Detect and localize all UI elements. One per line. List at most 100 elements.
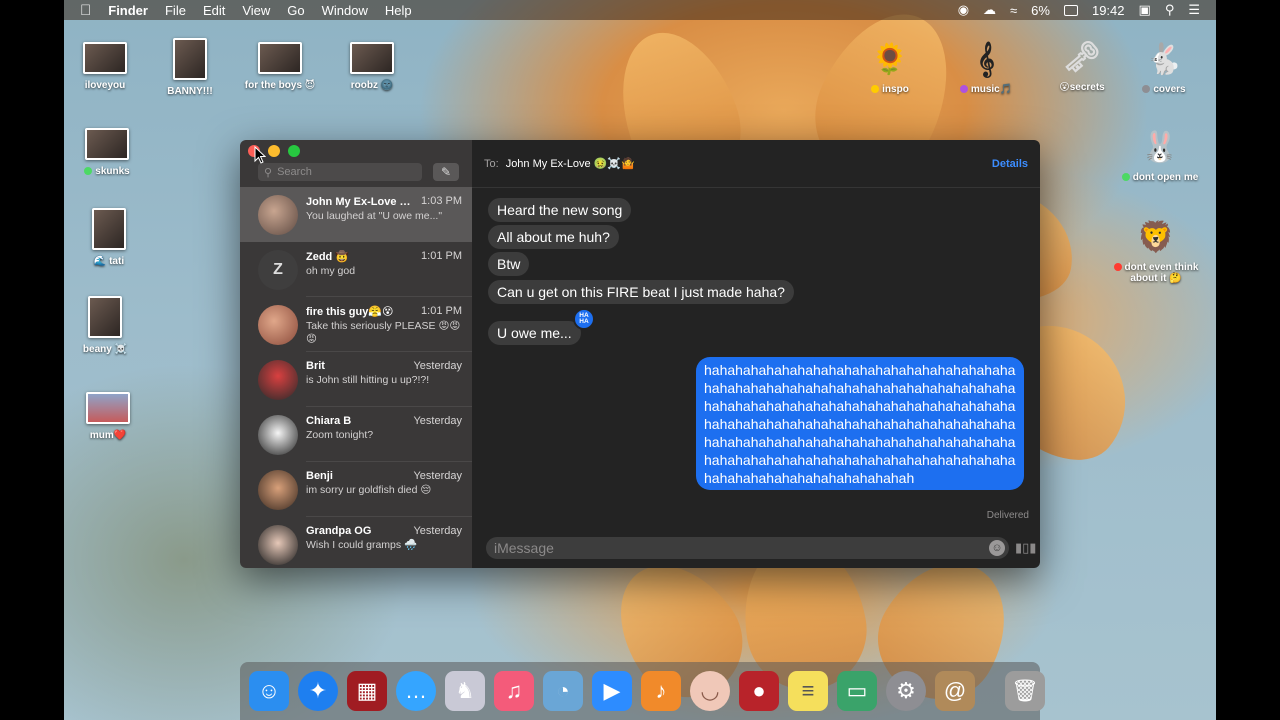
desktop-icon-tati[interactable]: 🌊 tati: [59, 208, 159, 267]
details-button[interactable]: Details: [992, 158, 1028, 170]
desktop-icon-for-the-boys[interactable]: for the boys 😈: [230, 42, 330, 91]
photo-thumbnail: [258, 42, 302, 74]
conversation-item[interactable]: Benji Yesterday im sorry ur goldfish died…: [240, 462, 472, 517]
contacts-icon[interactable]: @: [935, 671, 975, 711]
preview-icon[interactable]: ▭: [837, 671, 877, 711]
screen-record-icon[interactable]: ◉: [958, 2, 969, 18]
avatar: [258, 195, 298, 235]
guitar-icon[interactable]: ♪: [641, 671, 681, 711]
outgoing-message[interactable]: hahahahahahahahahahahahahahahahahahahaha…: [696, 357, 1024, 490]
desktop-icon-covers[interactable]: 🐇 covers: [1114, 40, 1214, 95]
desktop-icon-label: covers: [1114, 84, 1214, 95]
menu-edit[interactable]: Edit: [203, 3, 225, 18]
wifi-icon[interactable]: ≈: [1010, 3, 1017, 18]
desktop-icon-label: dont open me: [1110, 172, 1210, 183]
zoom-icon[interactable]: ▶: [592, 671, 632, 711]
messages-icon[interactable]: …: [396, 671, 436, 711]
conversation-list: John My Ex-Love 🤢... 1:03 PM You laughed …: [240, 187, 472, 568]
conversation-preview: Take this seriously PLEASE 😡😡😡: [306, 320, 461, 345]
bunny-icon: 🐇: [1145, 43, 1183, 76]
safari-icon[interactable]: ✦: [298, 671, 338, 711]
desktop-icon-dont-open-me[interactable]: 🐰 dont open me: [1110, 128, 1210, 183]
spotlight-search-icon[interactable]: ⚲: [1165, 2, 1175, 18]
search-placeholder: Search: [277, 166, 312, 178]
trash-icon[interactable]: 🗑: [1005, 671, 1045, 711]
conversation-item[interactable]: Z Zedd 🤠 1:01 PM oh my god: [240, 242, 472, 297]
clock[interactable]: 19:42: [1092, 3, 1125, 18]
display-icon[interactable]: ▣: [1139, 2, 1151, 18]
search-input[interactable]: ⚲ Search: [258, 163, 422, 181]
conversation-time: 1:03 PM: [421, 195, 462, 207]
conversation-item[interactable]: Brit Yesterday is John still hitting u up…: [240, 352, 472, 407]
desktop-icon-label: skunks: [57, 166, 157, 177]
notification-center-icon[interactable]: ☰: [1188, 2, 1200, 18]
gear-icon[interactable]: ⚙: [886, 671, 926, 711]
conversation-name: Chiara B: [306, 415, 352, 427]
desktop-icon-label: inspo: [840, 84, 940, 95]
incoming-message[interactable]: Can u get on this FIRE beat I just made …: [488, 280, 794, 304]
sunflower-icon: 🌻: [871, 43, 909, 76]
finder-icon[interactable]: ☺: [249, 671, 289, 711]
avatar: [258, 525, 298, 565]
menu-app-name[interactable]: Finder: [108, 3, 148, 18]
recipient-name[interactable]: John My Ex-Love 🤢☠️🤷: [506, 157, 635, 170]
desktop-icon-label: BANNY!!!: [167, 86, 213, 97]
emoji-icon[interactable]: ☺: [989, 540, 1005, 556]
desktop-icon-label: music🎵: [936, 84, 1036, 95]
conversation-time: Yesterday: [413, 525, 462, 537]
battery-icon[interactable]: [1063, 4, 1078, 16]
conversation-item[interactable]: Grandpa OG Yesterday Wish I could gramps …: [240, 517, 472, 568]
conversation-time: Yesterday: [413, 470, 462, 482]
imessage-input[interactable]: iMessage ☺: [486, 537, 1009, 559]
menu-view[interactable]: View: [242, 3, 270, 18]
conversation-item[interactable]: Chiara B Yesterday Zoom tonight?: [240, 407, 472, 462]
compose-button[interactable]: ✎: [433, 163, 459, 181]
desktop-icon-label: roobz 🌚: [350, 80, 394, 91]
desktop-icon-music[interactable]: 𝄞 music🎵: [936, 40, 1036, 95]
desktop-icon-inspo[interactable]: 🌻 inspo: [840, 40, 940, 95]
unicorn-icon[interactable]: ♞: [445, 671, 485, 711]
incoming-message[interactable]: All about me huh?: [488, 225, 619, 249]
photo-thumbnail: [350, 42, 394, 74]
conversation-preview: is John still hitting u up?!?!: [306, 374, 430, 386]
battery-percent[interactable]: 6%: [1031, 3, 1050, 18]
avatar: [258, 415, 298, 455]
lion-icon: 🦁: [1137, 221, 1175, 254]
desktop-icon-dont-even-think[interactable]: 🦁 dont even think about it 🤔: [1106, 218, 1206, 284]
menu-go[interactable]: Go: [287, 3, 304, 18]
menu-help[interactable]: Help: [385, 3, 412, 18]
chat-header: To: John My Ex-Love 🤢☠️🤷 Details: [472, 140, 1040, 188]
zoom-button[interactable]: [288, 145, 300, 157]
conversation-name: Zedd 🤠: [306, 251, 350, 263]
conversation-item[interactable]: John My Ex-Love 🤢... 1:03 PM You laughed …: [240, 187, 472, 242]
conversation-preview: Zoom tonight?: [306, 429, 374, 441]
incoming-message[interactable]: U owe me...: [488, 321, 581, 345]
face-icon[interactable]: ◡: [690, 671, 730, 711]
music-icon[interactable]: ♫: [494, 671, 534, 711]
seal-icon[interactable]: ◔: [543, 671, 583, 711]
minimize-button[interactable]: [268, 145, 280, 157]
menu-file[interactable]: File: [165, 3, 186, 18]
photo-thumbnail: [83, 42, 127, 74]
desktop-icon-label: mum❤️: [89, 430, 127, 441]
photo-thumbnail: [85, 128, 129, 160]
desktop-icon-skunks[interactable]: skunks: [57, 128, 157, 177]
audio-waveform-icon[interactable]: ▮▯▮: [1015, 540, 1036, 556]
desktop-icon-banny[interactable]: BANNY!!!: [140, 38, 240, 97]
conversation-preview: You laughed at "U owe me...": [306, 210, 443, 222]
desktop-icon-roobz[interactable]: roobz 🌚: [322, 42, 422, 91]
conversation-item[interactable]: fire this guy😤😵 1:01 PM Take this serious…: [240, 297, 472, 352]
conversation-name: Brit: [306, 360, 325, 372]
creative-cloud-icon[interactable]: ☁: [983, 2, 996, 18]
menu-window[interactable]: Window: [322, 3, 368, 18]
photo-booth-icon[interactable]: ▦: [347, 671, 387, 711]
camera-icon[interactable]: ●: [739, 671, 779, 711]
stickies-icon[interactable]: ≡: [788, 671, 828, 711]
desktop-icon-beany[interactable]: beany ☠️: [55, 296, 155, 355]
conversation-name: Grandpa OG: [306, 525, 372, 537]
apple-menu-icon[interactable]: : [80, 2, 91, 19]
incoming-message[interactable]: Btw: [488, 252, 530, 276]
desktop-icon-mum[interactable]: mum❤️: [58, 392, 158, 441]
desktop-icon-label: beany ☠️: [82, 344, 128, 355]
incoming-message[interactable]: Heard the new song: [488, 198, 632, 222]
